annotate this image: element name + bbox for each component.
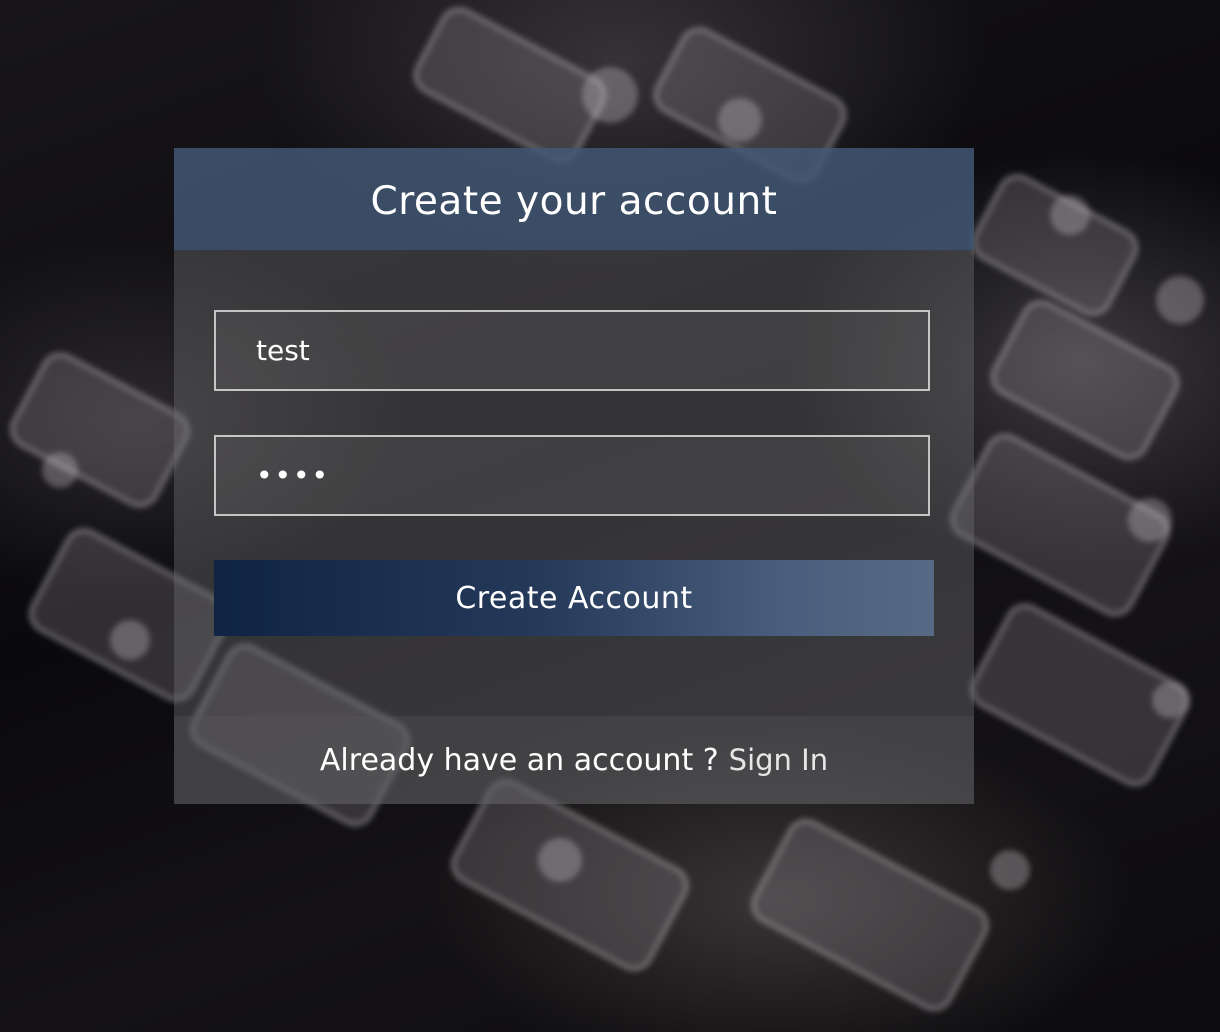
- username-input[interactable]: [214, 310, 930, 391]
- signin-link[interactable]: Sign In: [729, 743, 828, 777]
- page-title: Create your account: [370, 178, 778, 224]
- create-account-button[interactable]: Create Account: [214, 560, 934, 636]
- signup-card: Create your account Create Account Alrea…: [174, 148, 974, 804]
- password-input[interactable]: [214, 435, 930, 516]
- signin-footer: Already have an account ? Sign In: [174, 716, 974, 804]
- signin-prompt: Already have an account ?: [319, 742, 719, 778]
- card-header: Create your account: [174, 148, 974, 250]
